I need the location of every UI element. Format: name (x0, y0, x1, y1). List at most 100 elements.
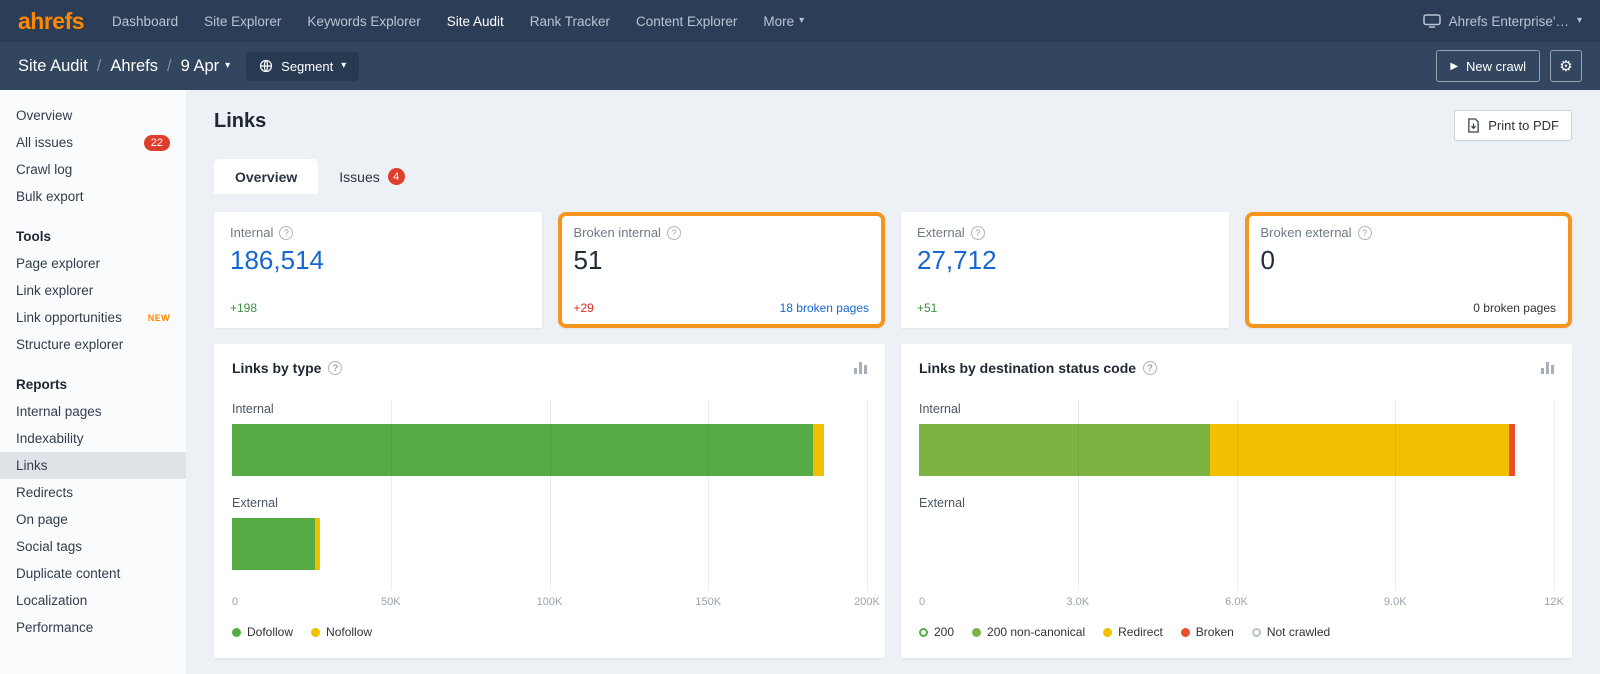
new-tag: NEW (148, 313, 170, 323)
nav-item-site-explorer[interactable]: Site Explorer (204, 14, 281, 29)
sidebar-item-social-tags[interactable]: Social tags (0, 533, 186, 560)
bar-segment-nofollow (315, 518, 320, 570)
nav-item-content-explorer[interactable]: Content Explorer (636, 14, 737, 29)
stat-value: 27,712 (917, 245, 1213, 276)
sidebar-item-page-explorer[interactable]: Page explorer (0, 250, 186, 277)
chart-title: Links by type ? (232, 360, 342, 376)
main-content: Links Print to PDF Overview Issues 4 Int… (186, 90, 1600, 674)
sidebar-item-link-opportunities[interactable]: Link opportunities NEW (0, 304, 186, 331)
new-crawl-button[interactable]: ▶ New crawl (1436, 50, 1540, 82)
stat-card-broken-external: Broken external ? 0 0 broken pages (1245, 212, 1573, 328)
nav-item-dashboard[interactable]: Dashboard (112, 14, 178, 29)
issues-tab-badge: 4 (388, 168, 405, 185)
sidebar-item-links[interactable]: Links (0, 452, 186, 479)
charts-row: Links by type ? Internal (214, 344, 1572, 658)
help-icon[interactable]: ? (1358, 226, 1372, 240)
legend-200[interactable]: 200 (919, 625, 954, 639)
legend-dot (1103, 628, 1112, 637)
crawl-date-dropdown[interactable]: 9 Apr ▾ (181, 57, 231, 76)
ahrefs-logo[interactable]: ahrefs (18, 8, 84, 35)
legend-not-crawled[interactable]: Not crawled (1252, 625, 1330, 639)
sidebar-item-all-issues[interactable]: All issues 22 (0, 129, 186, 156)
stat-label: Internal ? (230, 225, 526, 240)
legend-broken[interactable]: Broken (1181, 625, 1234, 639)
bar-internal (232, 424, 867, 476)
pdf-file-icon (1467, 118, 1480, 133)
nav-item-rank-tracker[interactable]: Rank Tracker (530, 14, 610, 29)
workspace-icon (1423, 14, 1441, 28)
sidebar-heading-tools: Tools (0, 223, 186, 250)
tab-issues[interactable]: Issues 4 (318, 159, 425, 194)
stat-label: Broken external ? (1261, 225, 1557, 240)
nav-item-more[interactable]: More ▾ (763, 14, 804, 29)
legend-nofollow[interactable]: Nofollow (311, 625, 372, 639)
chart-links-by-status-code: Links by destination status code ? Inter… (901, 344, 1572, 658)
sidebar-item-bulk-export[interactable]: Bulk export (0, 183, 186, 210)
legend-200-non-canonical[interactable]: 200 non-canonical (972, 625, 1085, 639)
help-icon[interactable]: ? (667, 226, 681, 240)
breadcrumb-site-audit[interactable]: Site Audit (18, 57, 88, 76)
project-toolbar: Site Audit / Ahrefs / 9 Apr ▾ Segment ▾ … (0, 42, 1600, 90)
bar-segment-redirect (1210, 424, 1509, 476)
top-navbar: ahrefs Dashboard Site Explorer Keywords … (0, 0, 1600, 42)
sidebar-item-link-explorer[interactable]: Link explorer (0, 277, 186, 304)
print-to-pdf-button[interactable]: Print to PDF (1454, 110, 1572, 141)
legend-dot (1181, 628, 1190, 637)
stat-card-broken-internal: Broken internal ? 51 +29 18 broken pages (558, 212, 886, 328)
issues-count-badge: 22 (144, 135, 170, 151)
help-icon[interactable]: ? (971, 226, 985, 240)
stat-value: 0 (1261, 245, 1557, 276)
category-label: Internal (919, 400, 1554, 416)
segment-dropdown[interactable]: Segment ▾ (246, 52, 359, 81)
chevron-down-icon: ▾ (1577, 16, 1582, 26)
chevron-down-icon: ▾ (225, 61, 230, 71)
legend-dofollow[interactable]: Dofollow (232, 625, 293, 639)
broken-pages-link[interactable]: 18 broken pages (780, 301, 869, 315)
legend-dot (311, 628, 320, 637)
account-menu[interactable]: Ahrefs Enterprise'… ▾ (1423, 14, 1582, 29)
sidebar-item-crawl-log[interactable]: Crawl log (0, 156, 186, 183)
category-label: External (919, 496, 1554, 510)
breadcrumb-separator: / (167, 57, 172, 76)
account-label: Ahrefs Enterprise'… (1449, 14, 1569, 29)
help-icon[interactable]: ? (1143, 361, 1157, 375)
sidebar-item-overview[interactable]: Overview (0, 102, 186, 129)
nav-item-site-audit[interactable]: Site Audit (447, 14, 504, 29)
breadcrumb-separator: / (97, 57, 102, 76)
legend-dot (1252, 628, 1261, 637)
bar-chart-toggle-icon[interactable] (1541, 362, 1554, 374)
sidebar-item-performance[interactable]: Performance (0, 614, 186, 641)
gear-icon: ⚙ (1559, 57, 1572, 75)
sidebar-item-structure-explorer[interactable]: Structure explorer (0, 331, 186, 358)
stat-label: External ? (917, 225, 1213, 240)
chevron-down-icon: ▾ (341, 61, 346, 71)
tab-overview[interactable]: Overview (214, 159, 318, 194)
bar-segment-dofollow (232, 518, 315, 570)
settings-button[interactable]: ⚙ (1550, 50, 1582, 82)
bar-segment-broken (1509, 424, 1515, 476)
sidebar-item-localization[interactable]: Localization (0, 587, 186, 614)
stat-delta: +29 (574, 301, 594, 315)
help-icon[interactable]: ? (279, 226, 293, 240)
sidebar-item-indexability[interactable]: Indexability (0, 425, 186, 452)
nav-item-keywords-explorer[interactable]: Keywords Explorer (307, 14, 420, 29)
sidebar-item-redirects[interactable]: Redirects (0, 479, 186, 506)
bar-external (232, 518, 867, 570)
sidebar-item-duplicate-content[interactable]: Duplicate content (0, 560, 186, 587)
sidebar-item-on-page[interactable]: On page (0, 506, 186, 533)
x-axis: 0 3.0K 6.0K 9.0K 12K (919, 596, 1554, 612)
stat-cards-row: Internal ? 186,514 +198 Broken internal … (214, 212, 1572, 328)
toolbar-actions: ▶ New crawl ⚙ (1436, 50, 1582, 82)
play-icon: ▶ (1450, 61, 1458, 72)
legend-redirect[interactable]: Redirect (1103, 625, 1163, 639)
sidebar-item-internal-pages[interactable]: Internal pages (0, 398, 186, 425)
tab-bar: Overview Issues 4 (214, 159, 1572, 194)
stat-delta: +51 (917, 301, 937, 315)
help-icon[interactable]: ? (328, 361, 342, 375)
bar-chart-toggle-icon[interactable] (854, 362, 867, 374)
stat-card-internal: Internal ? 186,514 +198 (214, 212, 542, 328)
bar-segment-200-non-canonical (919, 424, 1210, 476)
breadcrumb: Site Audit / Ahrefs / 9 Apr ▾ (18, 57, 230, 76)
breadcrumb-project[interactable]: Ahrefs (110, 57, 158, 76)
bar-internal (919, 424, 1554, 476)
